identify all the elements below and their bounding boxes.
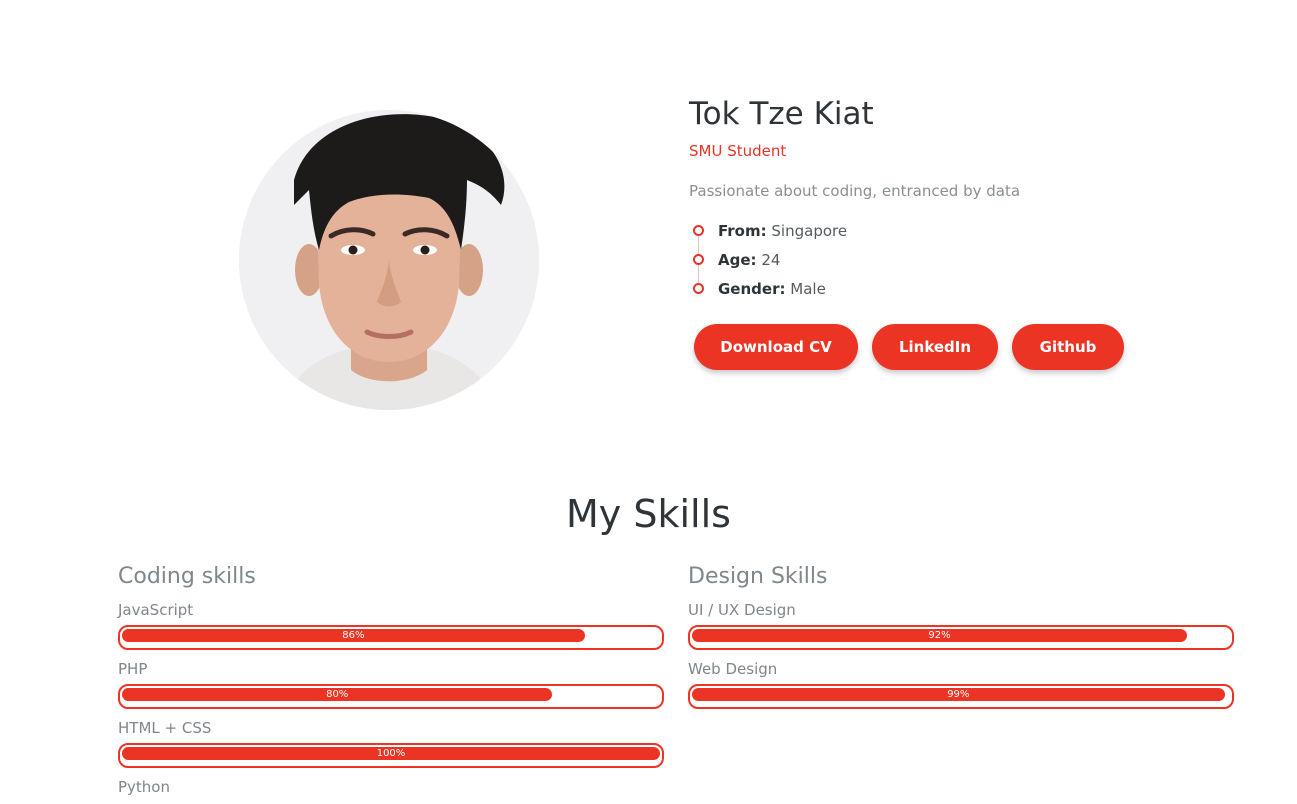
skill-name: Python bbox=[118, 778, 170, 796]
skill-name: HTML + CSS bbox=[118, 719, 212, 737]
fact-age: Age: 24 bbox=[689, 250, 1249, 279]
profile-subtitle: SMU Student bbox=[689, 142, 787, 160]
profile-tagline: Passionate about coding, entranced by da… bbox=[689, 182, 1021, 200]
profile-name: Tok Tze Kiat bbox=[689, 96, 874, 132]
timeline-dot-icon bbox=[693, 283, 704, 294]
skill-name: UI / UX Design bbox=[688, 601, 796, 619]
skill-progress-bar: 86% bbox=[118, 625, 664, 650]
profile-info: Tok Tze Kiat SMU Student Passionate abou… bbox=[689, 94, 1249, 370]
timeline-dot-icon bbox=[693, 254, 704, 265]
skill-progress-bar: 80% bbox=[118, 684, 664, 709]
skill-item: Web Design 99% bbox=[688, 659, 1234, 718]
skill-item: JavaScript 86% bbox=[118, 600, 664, 659]
design-skills-column: Design Skills UI / UX Design 92% Web Des… bbox=[688, 561, 1234, 718]
profile-photo-illustration bbox=[239, 110, 539, 410]
skill-item: HTML + CSS 100% bbox=[118, 718, 664, 777]
fact-value: 24 bbox=[761, 251, 781, 269]
coding-skills-column: Coding skills JavaScript 86% PHP 80% HTM… bbox=[118, 561, 664, 804]
fact-value: Male bbox=[790, 280, 826, 298]
profile-buttons: Download CV LinkedIn Github bbox=[689, 324, 1249, 370]
fact-gender: Gender: Male bbox=[689, 279, 1249, 308]
timeline-dot-icon bbox=[693, 225, 704, 236]
skill-progress-bar: 99% bbox=[688, 684, 1234, 709]
download-cv-button[interactable]: Download CV bbox=[694, 324, 858, 370]
skill-progress-bar: 92% bbox=[688, 625, 1234, 650]
coding-skills-heading: Coding skills bbox=[118, 564, 256, 589]
github-button[interactable]: Github bbox=[1012, 324, 1124, 370]
skill-name: PHP bbox=[118, 660, 148, 678]
profile-photo bbox=[239, 110, 539, 410]
profile-facts: From: Singapore Age: 24 Gender: Male bbox=[689, 221, 1249, 308]
skill-progress-fill: 86% bbox=[122, 629, 585, 642]
skill-progress-fill: 92% bbox=[692, 629, 1187, 642]
linkedin-button[interactable]: LinkedIn bbox=[872, 324, 998, 370]
fact-key: Gender: bbox=[718, 280, 786, 298]
skill-progress-fill: 80% bbox=[122, 688, 553, 701]
skill-item: UI / UX Design 92% bbox=[688, 600, 1234, 659]
fact-key: Age: bbox=[718, 251, 757, 269]
page: Tok Tze Kiat SMU Student Passionate abou… bbox=[0, 0, 1297, 804]
skill-name: JavaScript bbox=[118, 601, 194, 619]
skill-progress-bar: 100% bbox=[118, 743, 664, 768]
skill-item: Python bbox=[118, 777, 662, 804]
skills-title: My Skills bbox=[566, 492, 731, 536]
skill-progress-fill: 100% bbox=[122, 747, 660, 760]
fact-value: Singapore bbox=[771, 222, 848, 240]
fact-key: From: bbox=[718, 222, 767, 240]
design-skills-heading: Design Skills bbox=[688, 564, 828, 589]
skill-item: PHP 80% bbox=[118, 659, 664, 718]
fact-from: From: Singapore bbox=[689, 221, 1249, 250]
skill-name: Web Design bbox=[688, 660, 778, 678]
skill-progress-fill: 99% bbox=[692, 688, 1225, 701]
